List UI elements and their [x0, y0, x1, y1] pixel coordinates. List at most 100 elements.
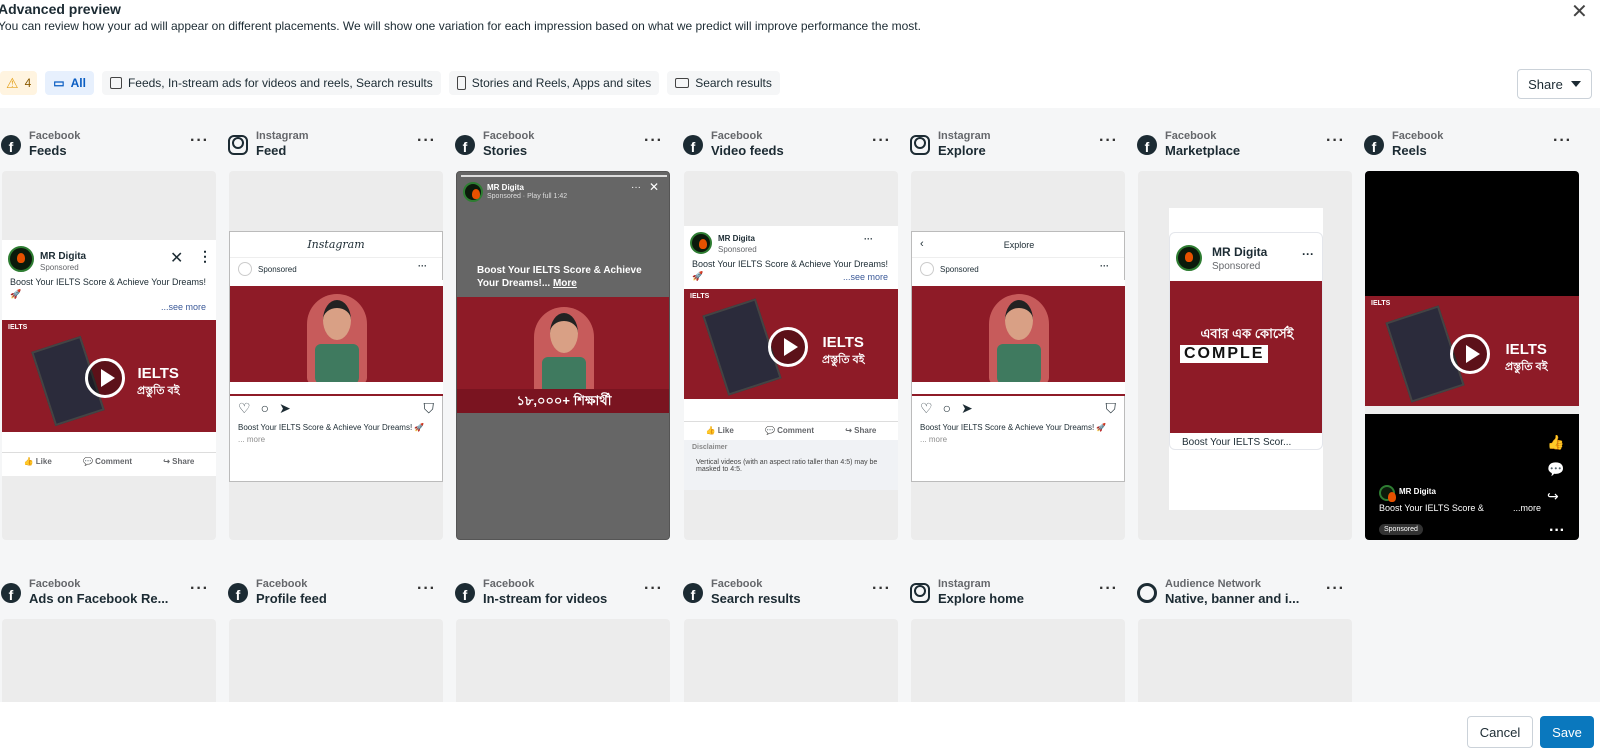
disclaimer-box: Disclaimer Vertical videos (with an aspe… — [684, 440, 898, 490]
tile-facebook-search-results: f Facebook Search results ··· — [682, 556, 898, 702]
ig-more-link[interactable]: ... more — [912, 435, 1124, 444]
placement-preview[interactable] — [2, 619, 216, 702]
more-options-icon[interactable]: ··· — [1099, 132, 1118, 150]
creative-ielts: IELTS — [822, 334, 864, 351]
share-post-button[interactable]: ↪ Share — [845, 426, 876, 435]
filter-search[interactable]: Search results — [667, 71, 780, 95]
comment-button[interactable]: 💬 Comment — [83, 457, 132, 466]
more-options-icon[interactable]: ··· — [417, 132, 436, 150]
more-options-icon[interactable]: ··· — [1326, 580, 1345, 598]
placement-preview[interactable] — [456, 619, 670, 702]
preview-grid: f Facebook Feeds ··· MR Digita Sponsored… — [0, 108, 1600, 702]
bookmark-icon[interactable]: ⛉ — [1106, 400, 1117, 417]
avatar — [8, 246, 34, 272]
post-header: MR Digita Sponsored ✕ ⋮ — [2, 240, 216, 274]
save-button[interactable]: Save — [1540, 716, 1594, 748]
placement-preview[interactable] — [229, 619, 443, 702]
filter-stories[interactable]: Stories and Reels, Apps and sites — [448, 71, 660, 95]
facebook-icon: f — [1, 135, 21, 155]
warnings-chip[interactable]: ⚠ 4 — [0, 71, 38, 95]
person-image — [307, 294, 367, 384]
comment-icon[interactable]: 💬 — [1547, 461, 1564, 478]
platform-name: Facebook — [1392, 130, 1444, 142]
see-more-link[interactable]: ...see more — [2, 302, 216, 312]
more-icon[interactable]: ··· — [864, 234, 873, 244]
sponsored-label: Sponsored — [940, 265, 979, 274]
play-icon[interactable] — [85, 358, 125, 398]
heart-icon[interactable]: ♡ — [238, 400, 251, 417]
see-more-link[interactable]: ...see more — [684, 272, 898, 282]
more-options-icon[interactable]: ··· — [644, 132, 663, 150]
cancel-button[interactable]: Cancel — [1467, 716, 1533, 748]
share-icon[interactable]: ↪ — [1547, 488, 1559, 505]
close-icon[interactable]: ✕ — [170, 248, 183, 268]
more-options-icon[interactable]: ··· — [417, 580, 436, 598]
placement-preview[interactable] — [911, 619, 1125, 702]
tile-header: f Facebook Stories ··· — [454, 108, 670, 158]
placement-preview[interactable]: MR Digita Sponsored ··· এবার এক কোর্সেই … — [1138, 171, 1352, 540]
more-options-icon[interactable]: ··· — [1099, 580, 1118, 598]
more-options-icon[interactable]: ··· — [190, 580, 209, 598]
more-options-icon[interactable]: ··· — [1326, 132, 1345, 150]
comment-icon[interactable]: ○ — [261, 400, 269, 417]
play-icon[interactable] — [768, 327, 808, 367]
filter-all[interactable]: ▭ All — [45, 71, 94, 95]
dialog-title: Advanced preview — [0, 1, 121, 17]
more-icon[interactable]: ··· — [631, 182, 641, 193]
placement-preview[interactable]: ‹ Explore Sponsored ··· ♡ ○ ➤ ⛉ Boost Yo… — [911, 171, 1125, 540]
facebook-icon: f — [1364, 135, 1384, 155]
dialog-header: Advanced preview You can review how your… — [0, 0, 1600, 108]
placement-preview[interactable]: Instagram Sponsored ··· ♡ ○ ➤ ⛉ Boost Yo… — [229, 171, 443, 540]
reels-more-link[interactable]: ...more — [1513, 503, 1541, 513]
more-icon[interactable]: ··· — [418, 261, 427, 271]
placement-name: Native, banner and i... — [1165, 591, 1300, 606]
close-icon[interactable]: ✕ — [649, 180, 659, 194]
more-options-icon[interactable]: ··· — [872, 580, 891, 598]
filter-feeds[interactable]: Feeds, In-stream ads for videos and reel… — [101, 71, 441, 95]
comment-button[interactable]: 💬 Comment — [765, 426, 814, 435]
ad-creative — [230, 280, 443, 396]
post-header: Sponsored ··· — [230, 258, 442, 280]
share-post-button[interactable]: ↪ Share — [163, 457, 194, 466]
placement-preview[interactable] — [684, 619, 898, 702]
post-header: Sponsored ··· — [912, 258, 1124, 280]
filter-all-label: All — [70, 76, 86, 90]
like-button[interactable]: 👍 Like — [24, 457, 52, 466]
play-icon[interactable] — [1450, 334, 1490, 374]
send-icon[interactable]: ➤ — [961, 400, 973, 417]
bookmark-icon[interactable]: ⛉ — [424, 400, 435, 417]
close-icon[interactable]: ✕ — [1571, 0, 1588, 24]
placement-name: Feed — [256, 143, 287, 158]
heart-icon[interactable]: ♡ — [920, 400, 933, 417]
more-options-icon[interactable]: ··· — [644, 580, 663, 598]
more-icon[interactable]: ··· — [1100, 261, 1109, 271]
torn-edge — [230, 280, 443, 286]
more-options-icon[interactable]: ··· — [1553, 132, 1572, 150]
explore-title: Explore — [1003, 240, 1035, 250]
like-button[interactable]: 👍 Like — [706, 426, 734, 435]
marketplace-bangla: এবার এক কোর্সেই — [1200, 326, 1294, 341]
person-image — [534, 307, 594, 397]
kebab-icon[interactable]: ⋮ — [198, 248, 212, 265]
placement-preview[interactable]: MR Digita Sponsored ··· Boost Your IELTS… — [684, 171, 898, 540]
more-link[interactable]: More — [553, 278, 577, 289]
placement-preview[interactable] — [1138, 619, 1352, 702]
like-icon[interactable]: 👍 — [1547, 434, 1564, 451]
more-options-icon[interactable]: ··· — [872, 132, 891, 150]
placement-preview[interactable]: MR Digita Sponsored ✕ ⋮ Boost Your IELTS… — [2, 171, 216, 540]
more-options-icon[interactable]: ··· — [190, 132, 209, 150]
more-icon[interactable]: ··· — [1302, 247, 1314, 261]
warning-icon: ⚠ — [6, 75, 19, 91]
reels-text: Boost Your IELTS Score & — [1379, 503, 1484, 513]
ig-more-link[interactable]: ... more — [230, 435, 442, 444]
send-icon[interactable]: ➤ — [279, 400, 291, 417]
comment-icon[interactable]: ○ — [943, 400, 951, 417]
share-button[interactable]: Share — [1517, 69, 1592, 99]
tile-header: f Facebook Ads on Facebook Re... ··· — [0, 556, 216, 606]
facebook-icon: f — [1, 583, 21, 603]
more-icon[interactable]: ··· — [1549, 522, 1565, 540]
placement-preview[interactable]: MR Digita Sponsored · Play full 1:42 ···… — [456, 171, 670, 540]
placement-preview[interactable]: IELTS IELTS প্রস্তুতি বই 👍 💬 ↪ MR Digita … — [1365, 171, 1579, 540]
disclaimer-text: Vertical videos (with an aspect ratio ta… — [696, 459, 878, 473]
tile-instagram-explore-home: Instagram Explore home ··· — [909, 556, 1125, 702]
